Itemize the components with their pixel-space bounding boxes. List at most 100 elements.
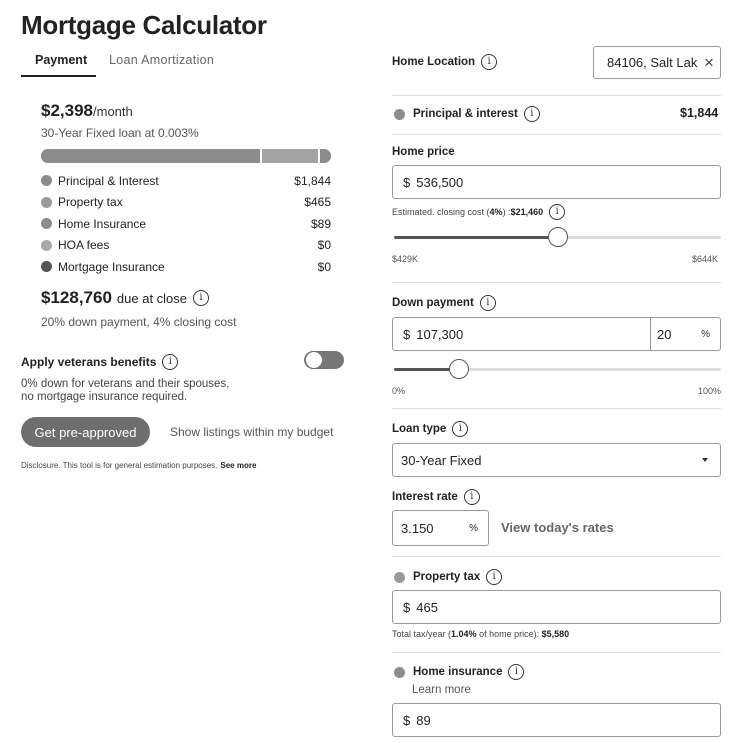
due-at-close: $128,760 due at close i xyxy=(41,288,210,308)
breakdown-row: Home Insurance $89 xyxy=(41,213,331,235)
interest-rate-value: 3.150 xyxy=(401,520,434,536)
loan-type-text: Loan type xyxy=(392,423,447,435)
bar-segment-insurance xyxy=(320,149,331,163)
home-price-value: 536,500 xyxy=(416,174,464,190)
loan-type-label: Loan type i xyxy=(392,421,469,437)
currency-symbol: $ xyxy=(403,599,411,615)
slider-max-label: $644K xyxy=(692,254,719,264)
show-listings-link[interactable]: Show listings within my budget xyxy=(170,425,333,439)
tax-note-prefix: Total tax/year ( xyxy=(392,629,452,639)
closing-prefix: Estimated. closing cost ( xyxy=(392,207,490,217)
info-icon[interactable]: i xyxy=(463,489,480,505)
principal-interest-text: Principal & interest xyxy=(413,108,518,120)
interest-rate-text: Interest rate xyxy=(392,491,458,503)
veterans-title: Apply veterans benefits xyxy=(21,355,157,369)
breakdown-row: Mortgage Insurance $0 xyxy=(41,256,331,278)
principal-interest-label: Principal & interest i xyxy=(394,106,540,122)
disclosure-text: Disclosure. This tool is for general est… xyxy=(21,461,218,470)
monthly-amount: $2,398 xyxy=(41,101,93,120)
divider xyxy=(392,134,721,135)
property-tax-input[interactable]: $ 465 xyxy=(392,590,721,624)
home-insurance-input[interactable]: $ 89 xyxy=(392,703,721,737)
interest-rate-input[interactable]: 3.150 % xyxy=(392,510,489,546)
page-title: Mortgage Calculator xyxy=(21,10,267,40)
property-tax-label: Property tax i xyxy=(394,569,503,585)
payment-breakdown-bar xyxy=(41,149,331,163)
active-tab-indicator xyxy=(21,75,96,77)
divider xyxy=(392,408,721,409)
home-location-value: 84106, Salt Lake City xyxy=(607,55,698,70)
breakdown-value: $0 xyxy=(317,259,331,274)
tab-payment[interactable]: Payment xyxy=(35,53,87,67)
toggle-knob xyxy=(305,351,323,369)
home-price-slider[interactable] xyxy=(394,227,721,247)
home-price-input[interactable]: $ 536,500 xyxy=(392,165,721,199)
slider-handle[interactable] xyxy=(449,359,469,379)
property-tax-value: 465 xyxy=(416,599,438,615)
slider-min-label: $429K xyxy=(392,254,419,264)
tab-loan-amortization[interactable]: Loan Amortization xyxy=(109,53,214,67)
info-icon[interactable]: i xyxy=(479,295,496,311)
bar-segment-property-tax xyxy=(262,149,318,163)
veterans-desc-line: 0% down for veterans and their spouses, xyxy=(21,378,230,390)
legend-dot xyxy=(41,196,52,208)
legend-dot xyxy=(41,218,52,230)
breakdown-label: Property tax xyxy=(58,195,123,210)
divider xyxy=(392,95,721,96)
slider-fill xyxy=(394,236,558,239)
info-icon[interactable]: i xyxy=(486,569,503,585)
breakdown-label: Mortgage Insurance xyxy=(58,259,165,274)
breakdown-value: $0 xyxy=(317,238,331,253)
down-payment-slider[interactable] xyxy=(394,359,721,379)
info-icon[interactable]: i xyxy=(193,290,210,306)
down-payment-label: Down payment i xyxy=(392,295,496,311)
slider-handle[interactable] xyxy=(548,227,568,247)
home-insurance-text: Home insurance xyxy=(413,666,503,678)
chevron-down-icon xyxy=(702,458,708,462)
clear-icon[interactable]: × xyxy=(698,53,720,73)
breakdown-value: $89 xyxy=(310,216,331,231)
veterans-toggle[interactable] xyxy=(304,351,344,369)
monthly-payment: $2,398/month xyxy=(41,101,133,121)
info-icon[interactable]: i xyxy=(162,354,179,370)
info-icon[interactable]: i xyxy=(508,664,525,680)
disclosure: Disclosure. This tool is for general est… xyxy=(21,461,256,470)
home-insurance-label: Home insurance i xyxy=(394,664,525,680)
loan-description: 30-Year Fixed loan at 0.003% xyxy=(41,126,199,140)
get-preapproved-button[interactable]: Get pre-approved xyxy=(21,417,150,447)
down-payment-input[interactable]: $ 107,300 xyxy=(392,317,651,351)
see-more-link[interactable]: See more xyxy=(220,461,256,470)
breakdown-value: $465 xyxy=(304,195,331,210)
breakdown-value: $1,844 xyxy=(294,173,331,188)
currency-symbol: $ xyxy=(403,174,411,190)
legend-dot xyxy=(394,108,405,120)
view-rates-link[interactable]: View today's rates xyxy=(501,520,614,535)
close-description: 20% down payment, 4% closing cost xyxy=(41,315,237,329)
down-payment-percent-input[interactable]: 20 % xyxy=(650,317,721,351)
close-suffix: due at close xyxy=(116,290,188,306)
principal-interest-value: $1,844 xyxy=(680,106,719,120)
breakdown-label: Home Insurance xyxy=(58,216,147,231)
monthly-suffix: /month xyxy=(93,104,133,119)
home-price-label: Home price xyxy=(392,146,455,158)
loan-type-select[interactable]: 30-Year Fixed xyxy=(392,443,721,477)
currency-symbol: $ xyxy=(403,326,411,342)
veterans-desc-line: no mortgage insurance required. xyxy=(21,391,188,403)
veterans-description: 0% down for veterans and their spouses, … xyxy=(21,378,229,404)
info-icon[interactable]: i xyxy=(549,204,566,220)
info-icon[interactable]: i xyxy=(481,54,498,70)
info-icon[interactable]: i xyxy=(452,421,469,437)
home-insurance-value: 89 xyxy=(416,712,431,728)
loan-type-value: 30-Year Fixed xyxy=(401,452,482,468)
info-icon[interactable]: i xyxy=(523,106,540,122)
learn-more-link[interactable]: Learn more xyxy=(412,684,471,696)
percent-symbol: % xyxy=(469,522,478,534)
legend-dot xyxy=(394,666,405,678)
home-location-input[interactable]: 84106, Salt Lake City × xyxy=(593,46,721,79)
down-payment-text: Down payment xyxy=(392,297,474,309)
bar-segment-principal xyxy=(41,149,260,163)
legend-dot xyxy=(41,175,52,187)
legend-dot xyxy=(41,261,52,273)
breakdown-row: HOA fees $0 xyxy=(41,235,331,257)
legend-dot xyxy=(394,571,405,583)
